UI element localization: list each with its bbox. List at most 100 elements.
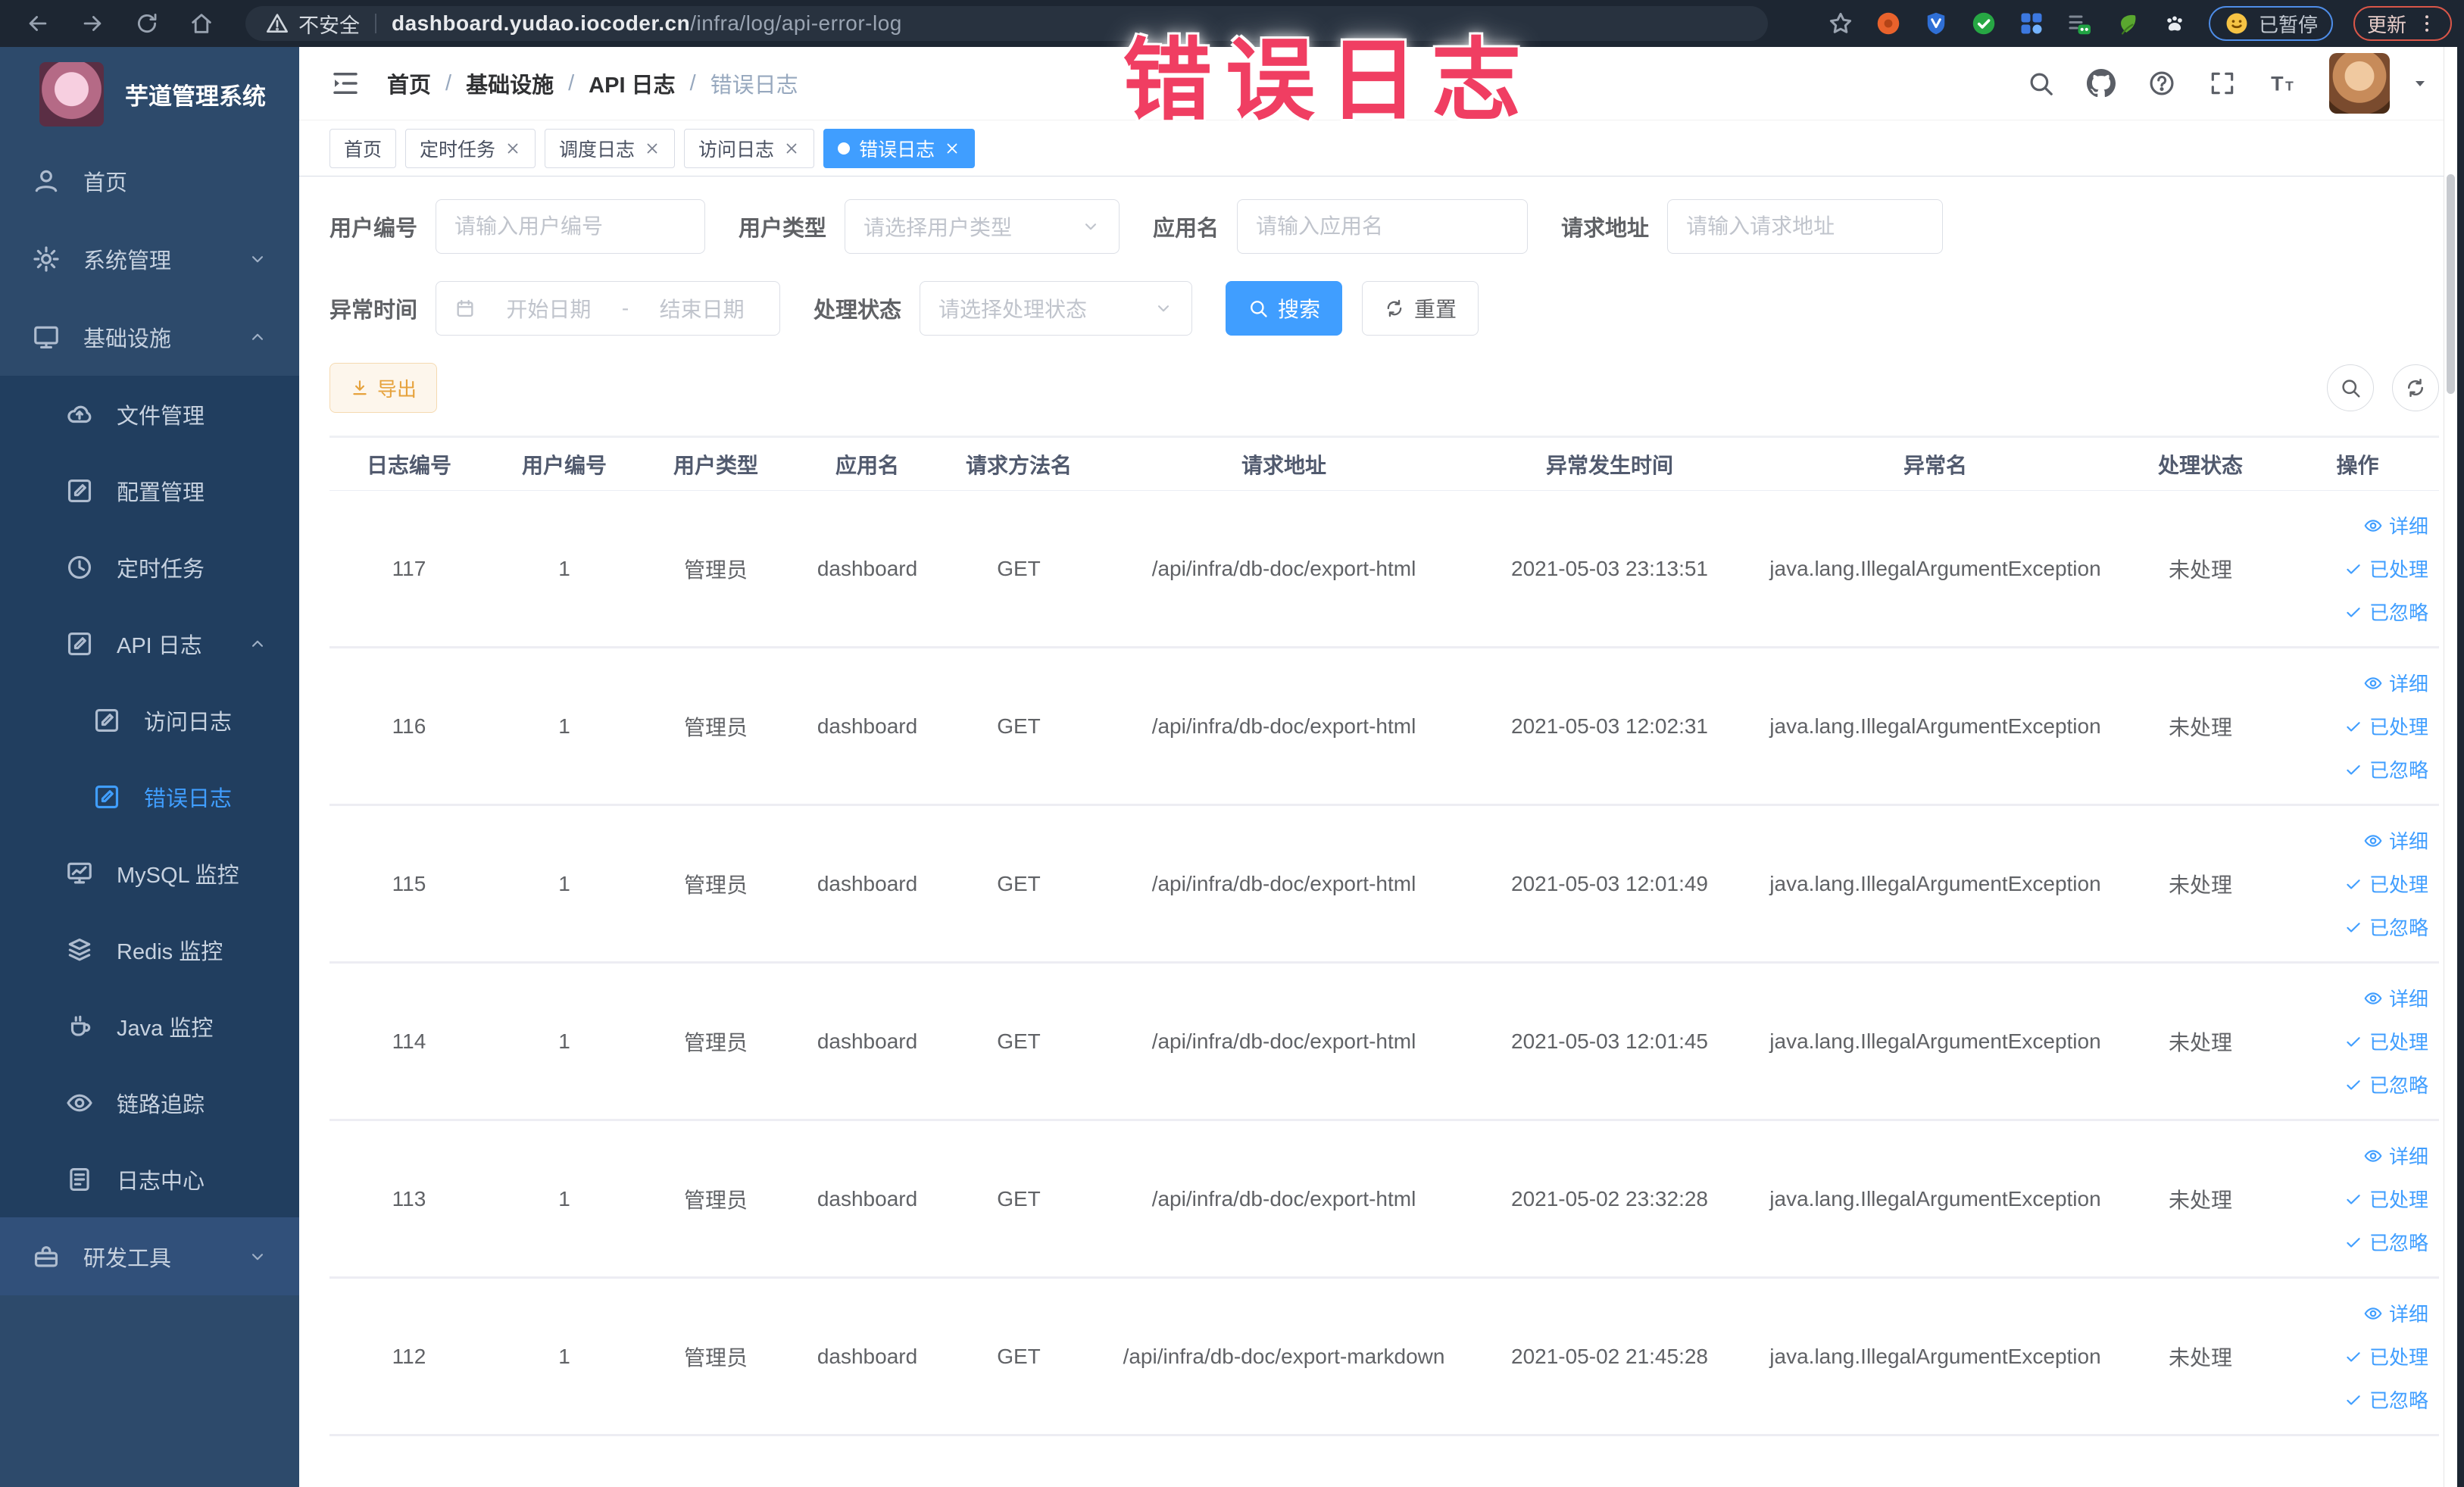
sidebar-item-11[interactable]: Java 监控: [0, 988, 299, 1064]
sidebar-item-8[interactable]: 错误日志: [0, 758, 299, 835]
extension-leaf-icon[interactable]: [2113, 10, 2141, 37]
action-已忽略[interactable]: 已忽略: [2344, 598, 2428, 626]
select-placeholder: 请选择用户类型: [863, 216, 1013, 239]
user-type-select[interactable]: 请选择用户类型: [845, 199, 1120, 254]
active-tab-dot: [838, 142, 851, 155]
extension-green-check-icon[interactable]: [1970, 10, 1997, 37]
tab-3[interactable]: 访问日志: [684, 128, 815, 168]
font-size-icon[interactable]: TT: [2269, 69, 2297, 98]
action-已处理[interactable]: 已处理: [2344, 1185, 2428, 1213]
action-详细[interactable]: 详细: [2363, 669, 2428, 697]
tab-2[interactable]: 调度日志: [545, 128, 676, 168]
cell-user_id: 1: [558, 1344, 570, 1368]
action-详细[interactable]: 详细: [2363, 1299, 2428, 1327]
sidebar-item-4[interactable]: 配置管理: [0, 452, 299, 529]
close-icon[interactable]: [944, 140, 960, 157]
browser-back-button[interactable]: [21, 7, 55, 40]
export-button[interactable]: 导出: [329, 363, 438, 413]
request-url-input[interactable]: [1667, 199, 1944, 254]
user-avatar[interactable]: [2329, 53, 2390, 114]
date-range-picker[interactable]: 开始日期 - 结束日期: [436, 281, 781, 336]
close-icon[interactable]: [644, 140, 661, 157]
action-详细[interactable]: 详细: [2363, 511, 2428, 539]
extension-paw-icon[interactable]: [2161, 10, 2188, 37]
tab-4[interactable]: 错误日志: [823, 128, 976, 168]
request-url-input-field[interactable]: [1686, 214, 1925, 239]
close-icon[interactable]: [504, 140, 521, 157]
extension-orange-icon[interactable]: [1875, 10, 1902, 37]
refresh-table-button[interactable]: [2392, 364, 2439, 411]
cell-app_name: dashboard: [817, 1186, 918, 1211]
sidebar-item-2[interactable]: 基础设施: [0, 298, 299, 376]
sidebar-item-10[interactable]: Redis 监控: [0, 911, 299, 988]
bookmark-star-icon[interactable]: [1827, 10, 1854, 37]
help-icon[interactable]: [2147, 69, 2176, 98]
browser-update-button[interactable]: 更新: [2353, 6, 2452, 41]
fullscreen-icon[interactable]: [2208, 69, 2237, 98]
page-scrollbar[interactable]: [2444, 47, 2457, 1487]
page-url[interactable]: dashboard.yudao.iocoder.cn/infra/log/api…: [392, 11, 902, 36]
scrollbar-thumb[interactable]: [2447, 174, 2455, 394]
sidebar-item-7[interactable]: 访问日志: [0, 682, 299, 758]
table-toolbar: 导出: [329, 363, 2439, 413]
action-已忽略[interactable]: 已忽略: [2344, 913, 2428, 941]
sidebar-item-3[interactable]: 文件管理: [0, 376, 299, 452]
search-icon[interactable]: [2026, 69, 2055, 98]
security-label[interactable]: 不安全: [298, 9, 360, 39]
start-date-placeholder[interactable]: 开始日期: [489, 293, 608, 323]
extension-shield-icon[interactable]: [1922, 10, 1950, 37]
action-已处理[interactable]: 已处理: [2344, 870, 2428, 898]
action-已忽略[interactable]: 已忽略: [2344, 1070, 2428, 1098]
app-name-input-field[interactable]: [1256, 214, 1510, 239]
close-icon[interactable]: [783, 140, 800, 157]
cell-time: 2021-05-03 23:13:51: [1511, 556, 1708, 580]
browser-forward-button[interactable]: [76, 7, 109, 40]
action-已忽略[interactable]: 已忽略: [2344, 1228, 2428, 1256]
breadcrumb-item[interactable]: 基础设施: [466, 67, 554, 99]
action-已处理[interactable]: 已处理: [2344, 1027, 2428, 1055]
search-button[interactable]: 搜索: [1226, 281, 1343, 336]
hamburger-icon[interactable]: [329, 67, 361, 99]
cell-method: GET: [997, 714, 1041, 738]
end-date-placeholder[interactable]: 结束日期: [642, 293, 761, 323]
action-详细[interactable]: 详细: [2363, 984, 2428, 1012]
tab-0[interactable]: 首页: [329, 128, 397, 168]
status-select[interactable]: 请选择处理状态: [920, 281, 1193, 336]
sidebar-item-9[interactable]: MySQL 监控: [0, 835, 299, 911]
reset-button[interactable]: 重置: [1362, 281, 1479, 336]
action-已忽略[interactable]: 已忽略: [2344, 755, 2428, 783]
sidebar-item-5[interactable]: 定时任务: [0, 529, 299, 605]
user-id-input-field[interactable]: [454, 214, 687, 239]
extension-onoff-icon[interactable]: [2066, 10, 2093, 37]
profile-paused-button[interactable]: 已暂停: [2208, 6, 2333, 41]
caret-down-icon[interactable]: [2411, 74, 2429, 92]
sidebar-logo[interactable]: 芋道管理系统: [0, 47, 299, 142]
breadcrumb-item[interactable]: API 日志: [589, 67, 675, 99]
github-icon[interactable]: [2087, 69, 2116, 98]
app-name-input[interactable]: [1237, 199, 1529, 254]
browser-reload-button[interactable]: [130, 7, 164, 40]
extension-grid-icon[interactable]: [2018, 10, 2045, 37]
breadcrumb-item[interactable]: 首页: [387, 67, 431, 99]
action-label: 已处理: [2369, 873, 2428, 896]
action-已处理[interactable]: 已处理: [2344, 1342, 2428, 1370]
toggle-search-button[interactable]: [2327, 364, 2374, 411]
action-已忽略[interactable]: 已忽略: [2344, 1385, 2428, 1414]
tab-1[interactable]: 定时任务: [405, 128, 536, 168]
action-详细[interactable]: 详细: [2363, 826, 2428, 854]
sidebar-item-label: 研发工具: [83, 1246, 172, 1271]
action-详细[interactable]: 详细: [2363, 1142, 2428, 1170]
address-bar[interactable]: 不安全 dashboard.yudao.iocoder.cn/infra/log…: [245, 6, 1768, 41]
sidebar-item-1[interactable]: 系统管理: [0, 220, 299, 298]
browser-home-button[interactable]: [185, 7, 218, 40]
action-已处理[interactable]: 已处理: [2344, 555, 2428, 583]
sidebar-item-14[interactable]: 研发工具: [0, 1217, 299, 1295]
sidebar-item-12[interactable]: 链路追踪: [0, 1064, 299, 1141]
sidebar-item-13[interactable]: 日志中心: [0, 1141, 299, 1217]
user-id-input[interactable]: [436, 199, 706, 254]
sidebar-item-0[interactable]: 首页: [0, 142, 299, 220]
sidebar-item-6[interactable]: API 日志: [0, 605, 299, 682]
svg-text:T: T: [2271, 73, 2284, 95]
action-已处理[interactable]: 已处理: [2344, 712, 2428, 740]
check-icon: [2344, 602, 2363, 622]
